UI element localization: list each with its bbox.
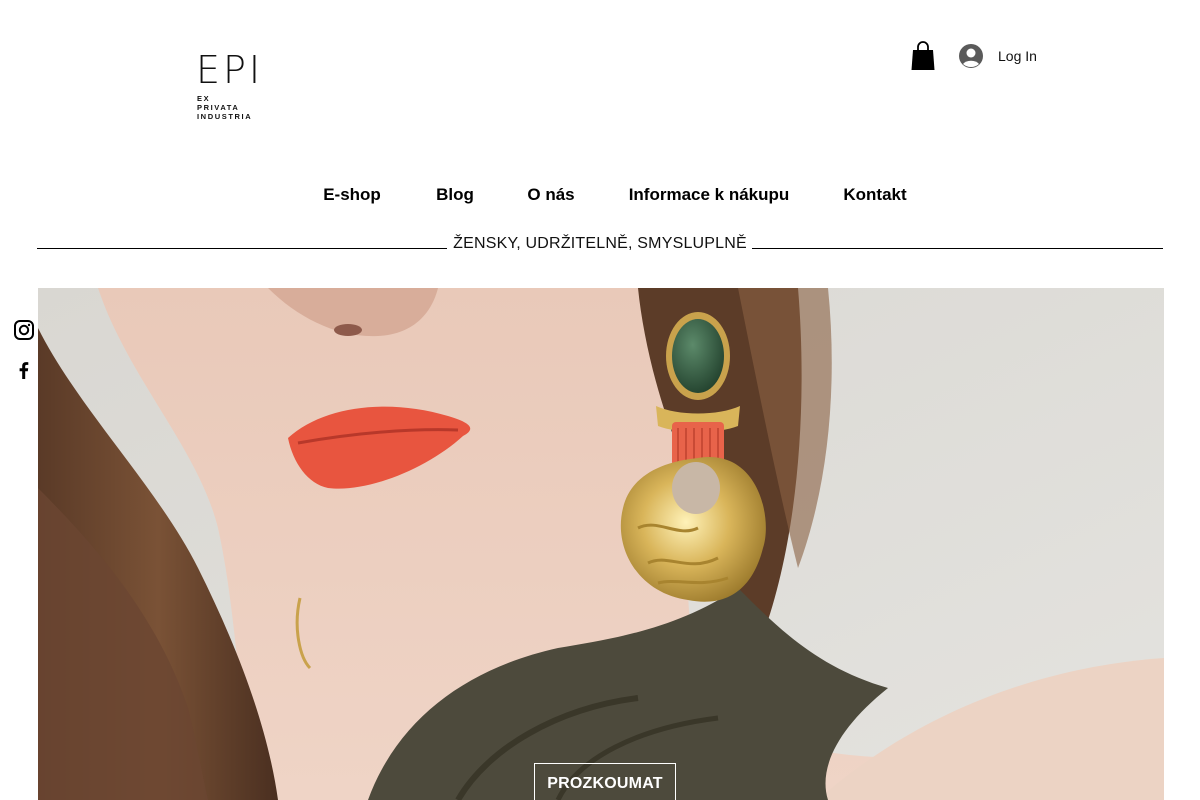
tagline: ŽENSKY, UDRŽITELNĚ, SMYSLUPLNĚ: [453, 235, 747, 252]
login-label: Log In: [998, 48, 1037, 64]
logo-subtitle: EX PRIVATA INDUSTRIA: [197, 94, 252, 121]
nav-item-eshop[interactable]: E-shop: [323, 185, 381, 205]
instagram-icon: [14, 320, 34, 340]
cart-button[interactable]: [910, 40, 936, 72]
instagram-link[interactable]: [13, 319, 35, 341]
nav-item-purchase-info[interactable]: Informace k nákupu: [629, 185, 790, 205]
logo-text: EPI: [196, 48, 264, 92]
main-navigation: E-shop Blog O nás Informace k nákupu Kon…: [0, 185, 1200, 209]
user-avatar-icon: [959, 44, 983, 68]
logo-subtitle-line: PRIVATA: [197, 103, 240, 112]
nav-item-blog[interactable]: Blog: [436, 185, 474, 205]
hero-photo-illustration: [38, 288, 1164, 800]
nav-item-about[interactable]: O nás: [527, 185, 574, 205]
hero-image: [38, 288, 1164, 800]
shopping-bag-icon: [911, 41, 935, 70]
brand-logo[interactable]: EPI EX PRIVATA INDUSTRIA: [194, 50, 272, 126]
facebook-icon: [19, 362, 29, 379]
logo-subtitle-line: EX: [197, 94, 211, 103]
explore-button[interactable]: PROZKOUMAT: [534, 763, 676, 800]
facebook-link[interactable]: [13, 359, 35, 381]
logo-subtitle-line: INDUSTRIA: [197, 112, 253, 121]
nav-item-contact[interactable]: Kontakt: [843, 185, 906, 205]
login-button[interactable]: Log In: [958, 42, 1037, 70]
